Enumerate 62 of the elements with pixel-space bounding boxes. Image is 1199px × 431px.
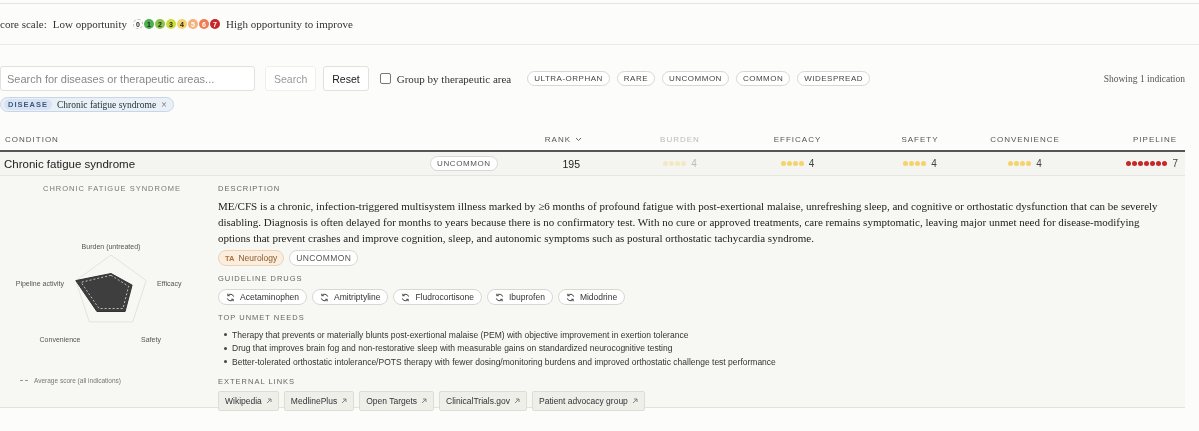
checkbox[interactable] [379, 73, 391, 84]
search-field[interactable]: Search for diseases or therapeutic areas... [0, 66, 255, 91]
checkbox-label[interactable]: Group by therapeutic area [396, 72, 512, 85]
result-count: Showing 1 indication [1103, 73, 1185, 84]
reset-button[interactable]: Reset [323, 66, 369, 91]
sort-icon [575, 136, 582, 142]
external-link-icon [265, 397, 272, 404]
external-link-icon [631, 397, 638, 404]
bullet-icon [224, 346, 227, 350]
dashed-line-icon [20, 379, 30, 382]
external-link-icon [341, 397, 348, 404]
filter-chip[interactable]: WIDESPREAD [797, 71, 871, 86]
score-value: 4 [808, 158, 815, 169]
score-value: 4 [691, 158, 697, 169]
bullet-icon [224, 360, 227, 364]
external-link[interactable]: Wikipedia [218, 390, 279, 411]
drug-chip[interactable]: Fludrocortisone [393, 289, 482, 305]
bullet-icon [224, 333, 227, 337]
external-link[interactable]: Patient advocacy group [532, 390, 645, 411]
high-label: High opportunity to improve [225, 18, 353, 30]
low-label: Low opportunity [52, 18, 127, 30]
rarity-tag: UNCOMMON [430, 156, 498, 171]
unmet-need: Therapy that prevents or materially blunts post-exertional malaise (PEM) with objective improvement in exertion tolerance [232, 329, 689, 340]
drug-chip[interactable]: Amitriptyline [312, 289, 389, 305]
column-header[interactable]: EFFICACY [773, 134, 822, 144]
filter-chip[interactable]: ULTRA-ORPHAN [527, 71, 610, 86]
external-link-icon [421, 397, 428, 404]
cycle-icon [494, 292, 504, 302]
rank-value: 195 [562, 157, 581, 170]
unmet-need: Better-tolerated orthostatic intolerance/POTS therapy with fewer dosing/monitoring burdens and improved orthostatic challenge test performance [232, 356, 776, 367]
description-text: ME/CFS is a chronic, infection-triggered multisystem illness marked by ≥6 months of profound fatigue with post-exertional malaise, unrefreshing sleep, and cognitive or orthostatic dysfunction that can be severely disabling. Diagnosis is often delayed for months to years because there is no confirmatory test. With no cure or approved treatments, care remains symptomatic, leaving major unmet need for disease-modifying options that prevent crashes and improve cognition, sleep, and autonomic symptoms such as postural orthostatic tachycardia syndrome. [218, 199, 1159, 246]
tag-label: Neurology [238, 253, 278, 263]
filter-chip[interactable]: COMMON [735, 71, 791, 86]
filter-value: Chronic fatigue syndrome [56, 99, 157, 110]
external-link-icon [514, 397, 520, 404]
drug-chip[interactable]: Ibuprofen [486, 289, 553, 305]
cycle-icon [401, 292, 411, 302]
column-header[interactable]: RANK [544, 134, 582, 144]
filter-chip[interactable]: RARE [616, 71, 655, 86]
cycle-icon [320, 292, 330, 302]
unmet-need: Drug that improves brain fog and non-restorative sleep with measurable gains on standardized neurocognitive testing [232, 343, 673, 354]
column-header[interactable]: CONVENIENCE [990, 134, 1060, 144]
table-row[interactable]: Chronic fatigue syndrome UNCOMMON 195 4 4 4 4 7 [0, 152, 1185, 176]
condition-name[interactable]: Chronic fatigue syndrome [0, 157, 420, 170]
cycle-icon [565, 292, 575, 302]
column-header[interactable]: SAFETY [901, 134, 939, 144]
radar-grid [75, 254, 147, 323]
drug-chip[interactable]: Midodrine [557, 289, 626, 305]
column-header[interactable]: PIPELINE [1133, 134, 1177, 144]
remove-filter-button[interactable]: × [161, 99, 167, 110]
external-link[interactable]: MedlinePlus [283, 390, 355, 411]
external-link[interactable]: ClinicalTrials.gov [439, 390, 527, 411]
filter-chip[interactable]: UNCOMMON [662, 71, 729, 86]
external-link[interactable]: Open Targets [359, 390, 435, 411]
rarity-tag: UNCOMMON [289, 250, 359, 266]
score-value: 7 [1172, 158, 1178, 169]
score-value: 4 [931, 158, 937, 169]
scale-label: core scale: [0, 18, 47, 30]
score-value: 4 [1036, 158, 1042, 169]
drug-chip[interactable]: Acetaminophen [218, 289, 308, 305]
cycle-icon [226, 292, 235, 302]
column-header[interactable]: CONDITION [5, 134, 59, 144]
